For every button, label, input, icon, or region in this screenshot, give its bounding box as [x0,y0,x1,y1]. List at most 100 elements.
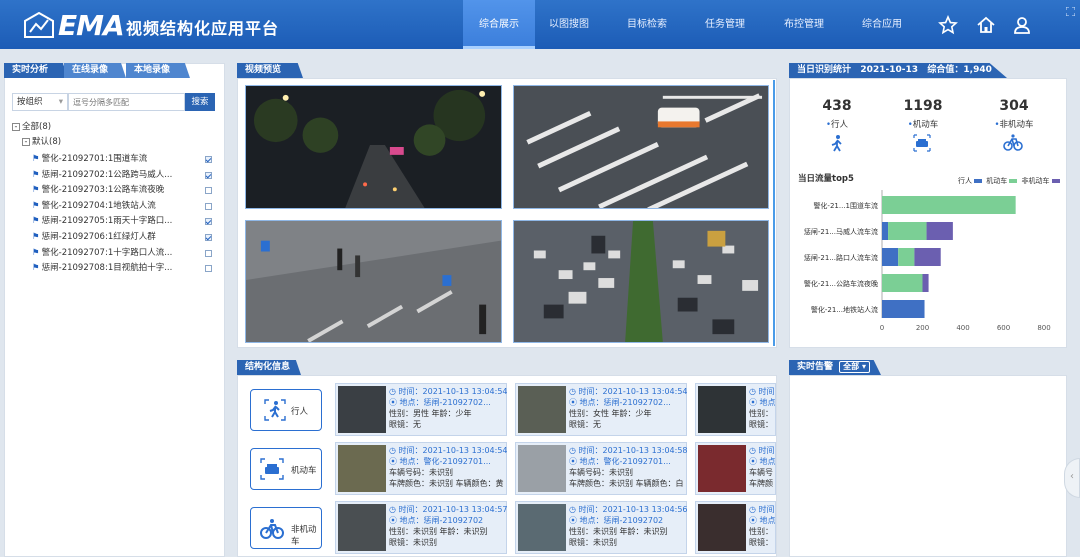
snapshot-thumbnail [698,386,746,433]
fullscreen-icon[interactable] [1066,7,1075,16]
bar-segment-行人 [882,248,899,266]
location-pin-icon: ⦿ [569,398,580,407]
user-icon[interactable] [1012,15,1032,35]
location-pin-icon: ⦿ [749,398,760,407]
tab-realtime-analysis[interactable]: 实时分析 [4,63,68,78]
card-field: ⦿ 地点：警化-21092701... [389,457,491,466]
category-vehicle-button[interactable]: 机动车 [250,448,322,490]
channel-item[interactable]: ⚑ 惩闸-21092706:1红绿灯人群 [32,230,156,245]
nav-task-management[interactable]: 任务管理 [689,0,761,49]
channel-checkbox[interactable] [205,265,212,273]
card-field: ◷ 时间：2021-10-13 13:04:56 [569,505,687,514]
clock-icon: ◷ [389,446,399,455]
star-icon[interactable] [938,15,958,35]
daily-stats-date: 2021-10-13 [860,65,918,75]
card-field: 车牌颜 [749,479,773,488]
channel-label: 惩闸-21092702:1公路跨马威人... [41,169,173,180]
x-tick-label: 200 [916,324,929,332]
channel-search-input[interactable] [68,93,185,111]
clock-icon: ◷ [389,505,399,514]
structured-result-card[interactable]: ◷ 时间：2021-10-13 13:04:58 ⦿ 地点：警化-21092701… [515,442,687,495]
card-field: 车牌颜色：未识别 车辆颜色：黄 [389,479,504,488]
structured-result-card[interactable]: ◷ 时间：2021-10-13 13:04:56 ⦿ 地点：惩闸-21092702… [515,501,687,554]
structured-result-card[interactable]: ◷ 时间 ⦿ 地点 车辆号 车牌颜 [695,442,776,495]
channel-item[interactable]: ⚑ 惩闸-21092708:1目视航拍十字... [32,261,172,276]
realtime-alarm-header: 实时告警 全部 ▾ [789,360,881,375]
bar-segment-行人 [882,300,925,318]
chevron-down-icon: ▾ [58,97,63,107]
card-field: 眼镜：无 [569,420,601,429]
category-label: 惩闸-21...路口人流车流 [804,253,878,262]
structured-result-card[interactable]: ◷ 时间 ⦿ 地点 性别： 眼镜： [695,501,776,554]
search-button[interactable]: 搜索 [185,93,215,111]
location-pin-icon: ⦿ [749,457,760,466]
legend-item[interactable]: 行人 [958,177,983,185]
legend-item[interactable]: 非机动车 [1021,177,1060,185]
card-field: ◷ 时间：2021-10-13 13:04:58 [569,446,687,455]
organization-select[interactable]: 按组织 ▾ [12,93,68,111]
tab-online-recording[interactable]: 在线录像 [64,63,126,78]
channel-checkbox[interactable] [205,156,212,163]
video-feed-1[interactable] [245,85,502,209]
card-field: 性别： [749,527,773,536]
structured-result-card[interactable]: ◷ 时间：2021-10-13 13:04:57 ⦿ 地点：惩闸-21092702… [335,501,507,554]
structured-result-card[interactable]: ◷ 时间：2021-10-13 13:04:54 ⦿ 地点：惩闸-21092702… [335,383,507,436]
channel-item[interactable]: ⚑ 警化-21092701:1围道车流 [32,152,147,167]
nav-target-search[interactable]: 目标检索 [611,0,683,49]
nav-applications[interactable]: 综合应用 [846,0,918,49]
location-pin-icon: ⦿ [389,516,400,525]
pedestrian-icon [264,399,286,421]
channel-checkbox[interactable] [205,249,212,257]
location-pin-icon: ⦿ [389,398,400,407]
card-field: 眼镜：无 [389,420,421,429]
channel-item[interactable]: ⚑ 警化-21092707:1十字路口人流... [32,246,172,261]
car-icon [913,134,931,152]
legend-item[interactable]: 机动车 [986,177,1018,185]
collapse-icon[interactable]: - [22,138,30,146]
video-feed-2[interactable] [513,85,769,209]
location-pin-icon: ⦿ [389,457,400,466]
legend-swatch [1051,179,1060,183]
video-feed-3[interactable] [245,220,502,343]
tree-group[interactable]: - 默认(8) [22,135,61,150]
camera-flag-icon: ⚑ [32,169,40,180]
structured-result-card[interactable]: ◷ 时间 ⦿ 地点 性别： 眼镜： [695,383,776,436]
tree-root[interactable]: - 全部(8) [12,120,51,135]
structured-result-card[interactable]: ◷ 时间：2021-10-13 13:04:54 ⦿ 地点：警化-21092701… [335,442,507,495]
card-field: 车牌颜色：未识别 车辆颜色：白 [569,479,684,488]
alarm-filter-dropdown[interactable]: 全部 ▾ [839,361,870,373]
snapshot-thumbnail [698,504,746,551]
realtime-alarm-title: 实时告警 [797,362,834,372]
home-icon[interactable] [976,15,996,35]
channel-checkbox[interactable] [205,202,212,210]
video-feed-4[interactable] [513,220,769,343]
category-pedestrian-button[interactable]: 行人 [250,389,322,431]
channel-item[interactable]: ⚑ 警化-21092704:1地铁站人流 [32,199,156,214]
channel-checkbox[interactable] [205,171,212,179]
card-field: ◷ 时间：2021-10-13 13:04:54 [569,387,687,396]
card-field: 性别：女性 年龄：少年 [569,409,652,418]
channel-label: 惩闸-21092708:1目视航拍十字... [41,263,173,274]
bar-segment-机动车 [882,274,923,292]
nav-overview[interactable]: 综合展示 [463,0,535,49]
x-tick-label: 800 [1037,324,1050,332]
channel-checkbox[interactable] [205,234,212,241]
app-title: 视频结构化应用平台 [126,19,280,38]
collapse-icon[interactable]: - [12,123,20,131]
nav-surveillance[interactable]: 布控管理 [768,0,840,49]
tab-local-recording[interactable]: 本地录像 [126,63,190,78]
category-nonmotor-button[interactable]: 非机动车 [250,507,322,549]
channel-label: 惩闸-21092706:1红绿灯人群 [41,232,156,242]
structured-result-card[interactable]: ◷ 时间：2021-10-13 13:04:54 ⦿ 地点：惩闸-21092702… [515,383,687,436]
card-field: ◷ 时间 [749,446,775,455]
x-tick-label: 600 [997,324,1010,332]
channel-checkbox[interactable] [205,218,212,226]
channel-checkbox[interactable] [205,187,212,195]
channel-item[interactable]: ⚑ 惩闸-21092705:1雨天十字路口... [32,214,172,229]
video-panel-scrollbar[interactable] [773,80,775,346]
nav-image-search[interactable]: 以图搜图 [533,0,605,49]
chart-legend: 行人 机动车 非机动车 [958,176,1064,186]
channel-item[interactable]: ⚑ 警化-21092703:1公路车流夜晚 [32,183,164,198]
clock-icon: ◷ [749,446,759,455]
channel-item[interactable]: ⚑ 惩闸-21092702:1公路跨马威人... [32,168,172,183]
